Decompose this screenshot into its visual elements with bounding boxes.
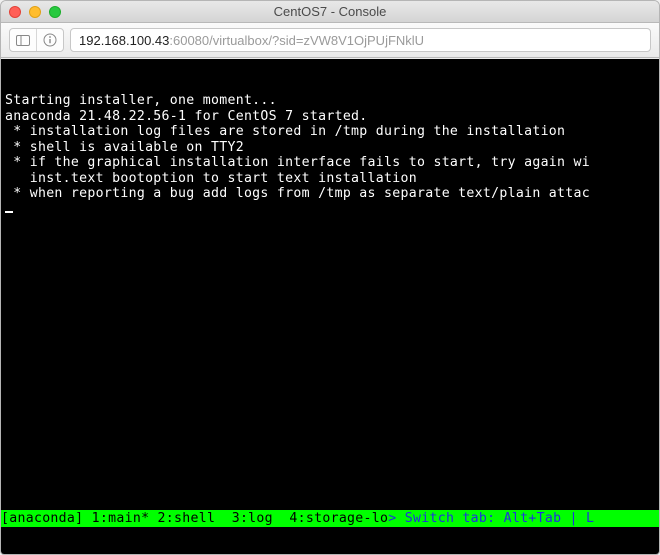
info-button[interactable]	[37, 29, 63, 51]
console-line: inst.text bootoption to start text insta…	[5, 171, 417, 186]
console-line: * if the graphical installation interfac…	[5, 155, 590, 170]
console-line: * shell is available on TTY2	[5, 140, 244, 155]
address-host: 192.168.100.43	[79, 33, 169, 48]
status-sep: >	[388, 511, 396, 527]
address-path: :60080/virtualbox/?sid=zVW8V1OjPUjFNklU	[169, 33, 424, 48]
status-bar: [anaconda] 1:main* 2:shell 3:log 4:stora…	[1, 510, 659, 527]
status-left: [anaconda] 1:main* 2:shell 3:log 4:stora…	[1, 511, 388, 527]
console-line: Starting installer, one moment...	[5, 93, 277, 108]
console-line: anaconda 21.48.22.56-1 for CentOS 7 star…	[5, 109, 368, 124]
status-hint: Switch tab: Alt+Tab | L	[397, 511, 595, 527]
sidebar-icon	[16, 35, 30, 46]
address-bar[interactable]: 192.168.100.43:60080/virtualbox/?sid=zVW…	[70, 28, 651, 52]
close-button[interactable]	[9, 6, 21, 18]
zoom-button[interactable]	[49, 6, 61, 18]
titlebar[interactable]: CentOS7 - Console	[1, 1, 659, 23]
nav-button-group	[9, 28, 64, 52]
traffic-lights	[1, 6, 61, 18]
console-area[interactable]: Starting installer, one moment... anacon…	[1, 59, 659, 554]
minimize-button[interactable]	[29, 6, 41, 18]
app-window: CentOS7 - Console 192.168.100.43:60080/v…	[0, 0, 660, 555]
info-icon	[43, 33, 57, 47]
console-line: * installation log files are stored in /…	[5, 124, 565, 139]
toolbar: 192.168.100.43:60080/virtualbox/?sid=zVW…	[1, 23, 659, 58]
sidebar-toggle-button[interactable]	[10, 29, 36, 51]
window-title: CentOS7 - Console	[1, 4, 659, 19]
console-line: * when reporting a bug add logs from /tm…	[5, 186, 590, 201]
console-output: Starting installer, one moment... anacon…	[5, 93, 659, 217]
text-cursor	[5, 211, 13, 213]
